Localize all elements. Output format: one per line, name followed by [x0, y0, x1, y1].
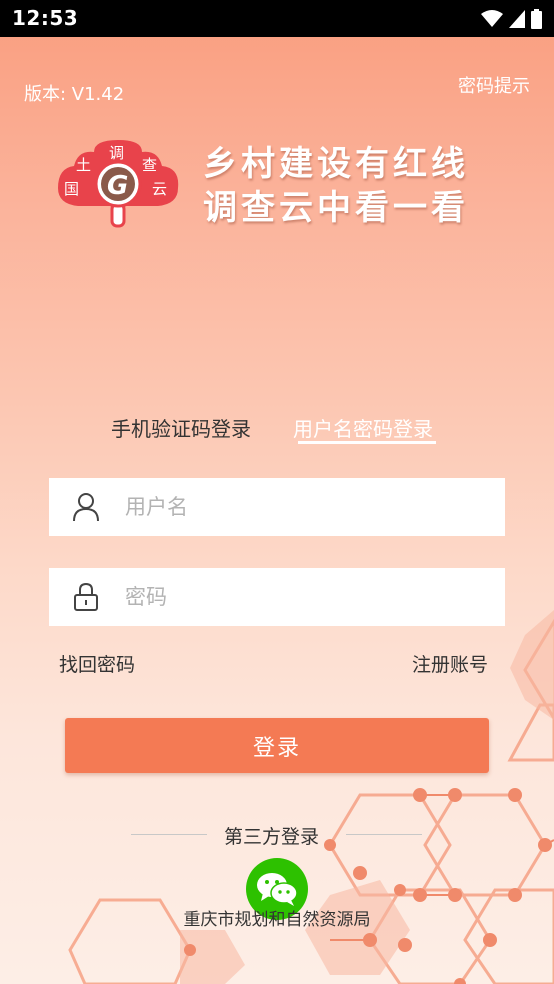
app-logo: 土 调 查 国 G 云	[58, 140, 179, 228]
wifi-icon	[481, 10, 503, 27]
forgot-password-link[interactable]: 找回密码	[59, 650, 135, 677]
status-icons	[481, 8, 542, 30]
footer-organization: 重庆市规划和自然资源局	[183, 910, 371, 930]
user-icon	[49, 492, 123, 522]
logo-char-tu: 土	[76, 156, 91, 174]
password-input[interactable]	[123, 584, 487, 610]
slogan-line-1: 乡村建设有红线	[203, 144, 469, 184]
lock-icon	[49, 582, 123, 612]
status-bar: 12:53	[0, 0, 554, 37]
logo-char-yun: 云	[152, 180, 167, 198]
logo-char-cha: 查	[142, 156, 157, 174]
active-tab-indicator	[298, 441, 436, 444]
version-label: 版本: V1.42	[24, 84, 125, 105]
logo-char-guo: 国	[64, 180, 79, 198]
slogan: 乡村建设有红线 调查云中看一看	[203, 142, 469, 230]
third-party-label: 第三方登录	[224, 826, 320, 848]
divider-right	[346, 834, 422, 835]
login-button[interactable]: 登录	[65, 718, 489, 773]
divider-left	[131, 834, 207, 835]
register-link[interactable]: 注册账号	[412, 650, 488, 677]
wechat-icon	[257, 873, 298, 906]
tab-sms-login[interactable]: 手机验证码登录	[111, 413, 251, 442]
logo-char-g: G	[107, 171, 128, 201]
battery-icon	[531, 9, 542, 29]
slogan-line-2: 调查云中看一看	[203, 188, 469, 228]
status-time: 12:53	[12, 6, 79, 30]
username-field[interactable]	[49, 478, 505, 536]
password-hint-link[interactable]: 密码提示	[458, 72, 530, 98]
signal-icon	[509, 10, 525, 28]
username-input[interactable]	[123, 494, 487, 520]
logo-char-diao: 调	[109, 144, 124, 162]
tab-password-login[interactable]: 用户名密码登录	[293, 413, 433, 442]
password-field[interactable]	[49, 568, 505, 626]
